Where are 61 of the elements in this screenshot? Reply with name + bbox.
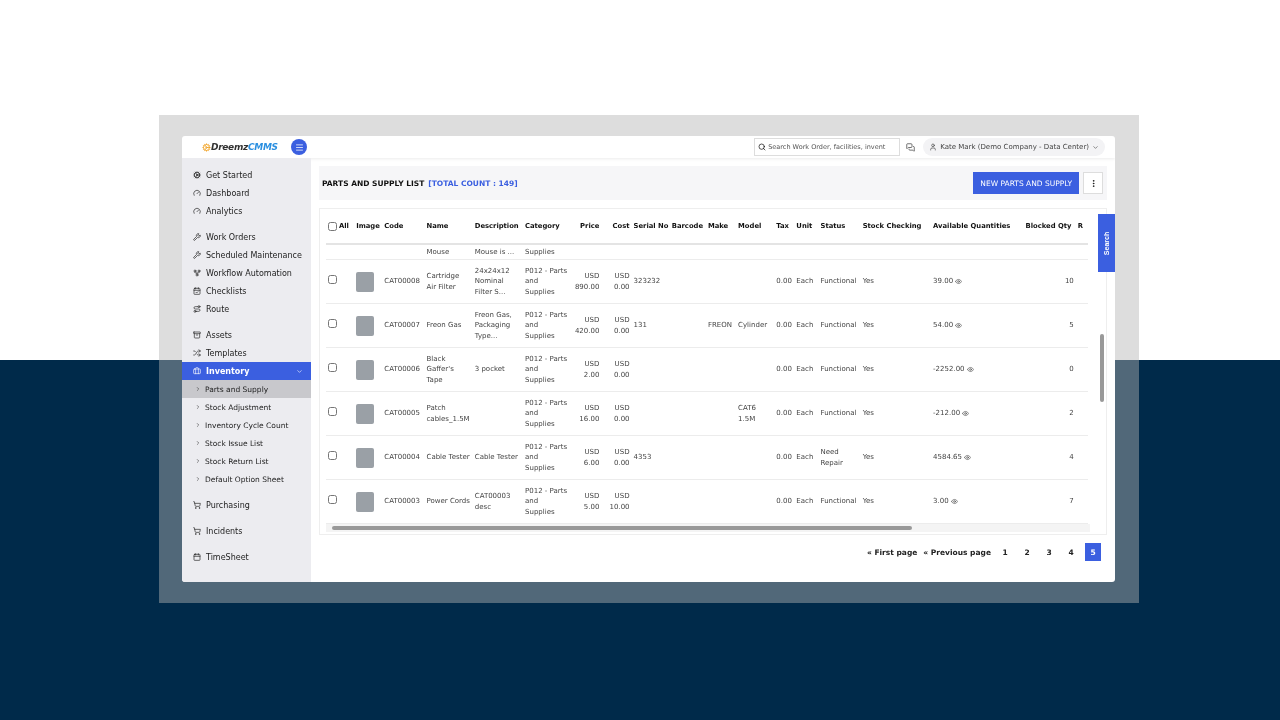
- sidebar-item[interactable]: Route: [182, 300, 311, 318]
- photo-placeholder: [356, 403, 375, 424]
- chevron-right-icon: [195, 404, 201, 410]
- sidebar-icon: [193, 207, 201, 215]
- sidebar-item[interactable]: Work Orders: [182, 228, 311, 246]
- sidebar-item[interactable]: Get Started: [182, 166, 311, 184]
- sidebar-item[interactable]: TimeSheet: [182, 548, 311, 566]
- chat-icon[interactable]: [906, 142, 916, 152]
- row-checkbox[interactable]: [328, 407, 337, 417]
- photo-placeholder: [356, 447, 375, 468]
- sidebar-icon: [193, 269, 201, 277]
- photo-placeholder: [356, 315, 375, 336]
- sidebar-icon: [193, 251, 201, 259]
- sidebar-item[interactable]: Workflow Automation: [182, 264, 311, 282]
- chevron-right-icon: [195, 458, 201, 464]
- chevron-right-icon: [195, 386, 201, 392]
- eye-icon[interactable]: [955, 322, 963, 329]
- sidebar-icon: [193, 501, 201, 509]
- scrollbar-thumb[interactable]: [332, 526, 912, 530]
- scrollbar-thumb[interactable]: [1100, 334, 1104, 402]
- eye-icon[interactable]: [964, 454, 971, 461]
- sidebar-icon: [193, 189, 201, 197]
- sidebar-icon: [193, 349, 201, 357]
- chevron-right-icon: [195, 476, 201, 482]
- row-checkbox[interactable]: [328, 275, 337, 285]
- sidebar-icon: [193, 331, 201, 339]
- photo-placeholder: [356, 359, 375, 380]
- menu-icon: [294, 142, 304, 152]
- chevron-right-icon: [195, 440, 201, 446]
- sidebar-icon: [193, 171, 201, 179]
- logo: DreemzCMMS: [202, 142, 278, 152]
- caret-icon: [1092, 143, 1099, 151]
- sidebar-item[interactable]: Incidents: [182, 522, 311, 540]
- sidebar-item[interactable]: Assets: [182, 326, 311, 344]
- sidebar-icon: [193, 233, 201, 241]
- sidebar-icon: [193, 527, 201, 535]
- sidebar-icon: [193, 287, 201, 295]
- row-checkbox[interactable]: [328, 495, 337, 505]
- sidebar-item[interactable]: Purchasing: [182, 496, 311, 514]
- row-checkbox[interactable]: [328, 319, 337, 329]
- sidebar-item[interactable]: Checklists: [182, 282, 311, 300]
- sidebar-icon: [193, 305, 201, 313]
- user-icon: [929, 143, 938, 151]
- sidebar-item[interactable]: Inventory: [182, 362, 311, 380]
- eye-icon[interactable]: [955, 278, 963, 285]
- sidebar-item[interactable]: Analytics: [182, 202, 311, 220]
- chevron-right-icon: [195, 422, 201, 428]
- sidebar-icon: [193, 367, 201, 375]
- row-checkbox[interactable]: [328, 451, 337, 461]
- sidebar-item[interactable]: Dashboard: [182, 184, 311, 202]
- eye-icon[interactable]: [966, 366, 974, 373]
- eye-icon[interactable]: [962, 410, 970, 417]
- sidebar-item[interactable]: Scheduled Maintenance: [182, 246, 311, 264]
- select-all-checkbox[interactable]: [328, 221, 337, 231]
- sidebar-icon: [193, 553, 201, 561]
- eye-icon[interactable]: [950, 498, 958, 505]
- row-checkbox[interactable]: [328, 363, 337, 373]
- photo-placeholder: [356, 271, 375, 292]
- menu-button[interactable]: [291, 139, 307, 155]
- photo-placeholder: [356, 491, 375, 512]
- sidebar-item[interactable]: Templates: [182, 344, 311, 362]
